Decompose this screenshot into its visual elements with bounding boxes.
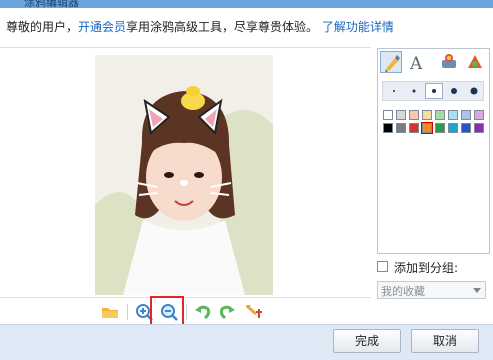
color-swatch[interactable]: [461, 110, 471, 120]
redo-icon[interactable]: [218, 302, 238, 322]
window-title: 涂鸦编辑器: [24, 0, 79, 8]
color-swatch[interactable]: [474, 123, 484, 133]
brush-size-option[interactable]: [385, 83, 403, 99]
color-swatch[interactable]: [396, 123, 406, 133]
done-button[interactable]: 完成: [333, 329, 401, 353]
title-bar: 涂鸦编辑器: [0, 0, 493, 8]
bottom-toolbar: [100, 300, 270, 324]
chevron-down-icon: [473, 288, 481, 293]
feature-details-link[interactable]: 了解功能详情: [322, 20, 394, 34]
group-select-value: 我的收藏: [381, 285, 425, 298]
member-notice: 尊敬的用户，开通会员享用涂鸦高级工具，尽享尊贵体验。 了解功能详情: [6, 16, 486, 38]
open-membership-link[interactable]: 开通会员: [78, 20, 126, 34]
text-icon[interactable]: A: [406, 51, 428, 74]
brush-size-option[interactable]: [425, 83, 443, 99]
brush-size-dot-icon: [412, 89, 416, 93]
highlight-box: [150, 296, 184, 326]
tool-panel: A: [377, 48, 490, 254]
tool-row: A: [380, 51, 486, 74]
color-swatch[interactable]: [396, 110, 406, 120]
brush-size-option[interactable]: [465, 83, 483, 99]
brush-size-dot-icon: [451, 88, 457, 94]
color-swatch[interactable]: [383, 110, 393, 120]
group-select[interactable]: 我的收藏: [377, 281, 486, 299]
brush-icon[interactable]: [380, 51, 402, 73]
undo-icon[interactable]: [192, 302, 212, 322]
color-swatch[interactable]: [409, 123, 419, 133]
notice-text-1: 尊敬的用户，: [6, 20, 79, 34]
add-to-group-checkbox[interactable]: [377, 261, 388, 272]
open-folder-icon[interactable]: [100, 302, 120, 322]
color-swatch[interactable]: [435, 123, 445, 133]
color-swatch[interactable]: [448, 123, 458, 133]
crop-icon[interactable]: [244, 302, 264, 322]
color-swatch[interactable]: [435, 110, 445, 120]
color-swatch[interactable]: [409, 110, 419, 120]
brush-size-dot-icon: [393, 90, 395, 92]
brush-size-selector: [382, 81, 484, 101]
color-swatch[interactable]: [422, 110, 432, 120]
toolbar-separator: [186, 304, 187, 320]
color-swatch[interactable]: [448, 110, 458, 120]
color-swatch[interactable]: [383, 123, 393, 133]
brush-size-dot-icon: [432, 89, 436, 93]
color-swatch[interactable]: [421, 122, 433, 134]
svg-text:A: A: [409, 54, 423, 73]
brush-size-option[interactable]: [445, 83, 463, 99]
stamp-icon[interactable]: [438, 51, 460, 73]
add-to-group-label: 添加到分组:: [394, 261, 459, 275]
brush-size-dot-icon: [470, 87, 478, 95]
shapes-icon[interactable]: [464, 51, 486, 73]
notice-text-2: 享用涂鸦高级工具，尽享尊贵体验。: [126, 20, 319, 34]
color-swatch[interactable]: [461, 123, 471, 133]
cancel-button[interactable]: 取消: [411, 329, 479, 353]
color-swatch[interactable]: [474, 110, 484, 120]
photo-image: [95, 55, 273, 295]
brush-size-option[interactable]: [405, 83, 423, 99]
toolbar-separator: [127, 304, 128, 320]
